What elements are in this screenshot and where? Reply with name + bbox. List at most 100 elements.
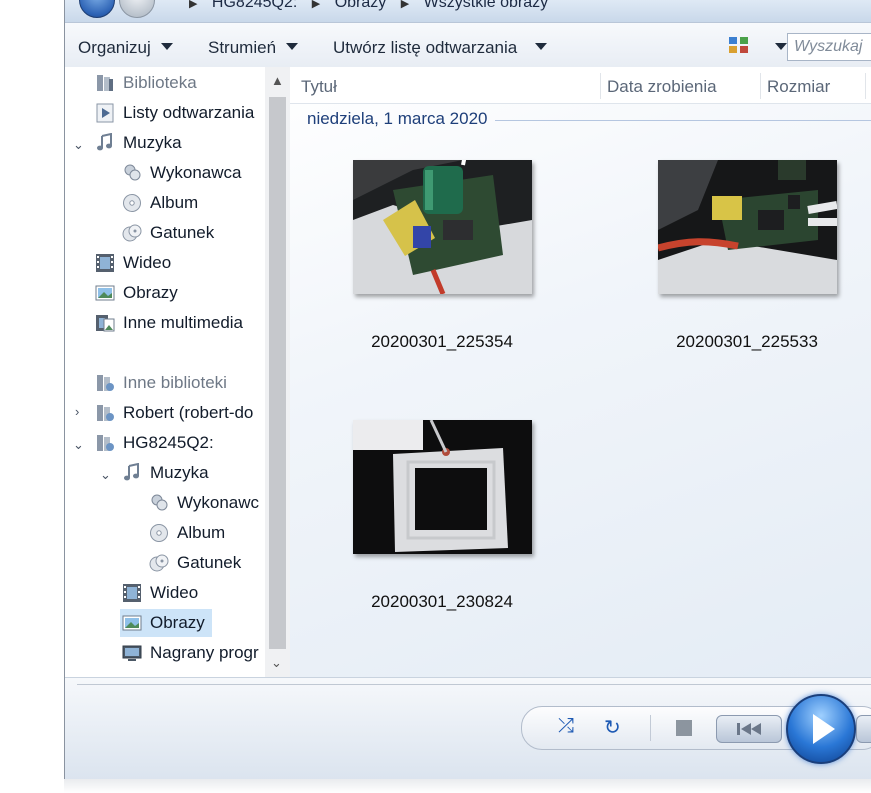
photo-thumbnail[interactable] — [353, 420, 532, 554]
photo-caption[interactable]: 20200301_230824 — [342, 592, 542, 612]
sidebar-item-album-shared[interactable]: Album — [149, 521, 265, 545]
breadcrumb: ▶ HG8245Q2: ▶ Obrazy ▶ Wszystkie obrazy — [189, 0, 558, 12]
photo-caption[interactable]: 20200301_225533 — [647, 332, 847, 352]
sidebar-item-other-libraries[interactable]: Inne biblioteki — [95, 371, 265, 395]
chevron-down-icon — [160, 43, 173, 50]
other-libraries-icon — [97, 375, 114, 391]
stop-button[interactable] — [676, 720, 692, 736]
chevron-down-icon — [286, 43, 299, 50]
chevron-down-icon[interactable]: ⌄ — [73, 437, 84, 453]
sidebar-item-other-media[interactable]: Inne multimedia — [95, 311, 265, 335]
column-divider[interactable] — [600, 73, 601, 99]
search-input[interactable]: Wyszukaj — [787, 33, 871, 61]
music-note-icon — [124, 463, 139, 481]
sidebar-item-label: Wideo — [150, 583, 199, 602]
play-icon — [813, 714, 835, 744]
chevron-down-icon[interactable] — [775, 43, 787, 50]
playlist-icon — [96, 103, 114, 123]
sidebar-item-label: Nagrany progr — [150, 643, 259, 662]
shuffle-icon[interactable]: ⤮ — [558, 715, 574, 738]
chevron-down-icon[interactable]: ⌄ — [73, 137, 84, 153]
scroll-up-arrow-icon[interactable]: ▲ — [271, 73, 284, 88]
create-playlist-menu[interactable]: Utwórz listę odtwarzania — [333, 38, 548, 58]
sidebar-item-video[interactable]: Wideo — [95, 251, 265, 275]
player-controls-bar: ⤮ ↻ — [65, 677, 871, 779]
sidebar-item-pictures-shared[interactable]: Obrazy — [120, 609, 212, 637]
sidebar-item-label: Obrazy — [123, 283, 178, 302]
column-divider[interactable] — [865, 73, 866, 99]
chevron-right-icon[interactable]: › — [75, 404, 79, 419]
sidebar-item-robert-library[interactable]: Robert (robert-do — [95, 401, 265, 425]
sidebar-item-pictures[interactable]: Obrazy — [95, 281, 265, 305]
sidebar-item-label: Listy odtwarzania — [123, 103, 255, 122]
sidebar-item-label: Biblioteka — [123, 73, 197, 92]
stream-menu[interactable]: Strumień — [208, 38, 299, 58]
sidebar-item-genre[interactable]: Gatunek — [122, 221, 265, 245]
breadcrumb-item[interactable]: Obrazy — [335, 0, 387, 11]
sidebar-item-library[interactable]: Biblioteka — [95, 71, 265, 95]
play-button[interactable] — [786, 694, 856, 764]
column-header-size[interactable]: Rozmiar — [767, 77, 830, 97]
breadcrumb-item[interactable]: HG8245Q2: — [212, 0, 297, 11]
view-options-icon[interactable] — [729, 37, 749, 54]
album-disc-icon — [123, 194, 141, 212]
sidebar-item-label: HG8245Q2: — [123, 433, 214, 452]
photo-thumbnail[interactable] — [353, 160, 532, 294]
sidebar-item-label: Album — [177, 523, 226, 542]
repeat-icon[interactable]: ↻ — [604, 715, 621, 740]
forward-button[interactable] — [119, 0, 155, 18]
breadcrumb-item[interactable]: Wszystkie obrazy — [424, 0, 548, 11]
column-header-title[interactable]: Tytuł — [301, 77, 337, 97]
window-shadow — [64, 779, 871, 793]
next-button[interactable] — [856, 715, 871, 743]
album-disc-icon — [150, 524, 168, 542]
sidebar-item-artist-shared[interactable]: Wykonawc — [149, 491, 265, 515]
previous-button[interactable] — [716, 715, 782, 743]
sidebar-item-label: Muzyka — [150, 463, 209, 482]
video-icon — [123, 584, 141, 602]
circuit-board-photo — [353, 160, 532, 294]
sidebar-item-music[interactable]: Muzyka — [95, 131, 265, 155]
chevron-down-icon — [535, 43, 548, 50]
sidebar-item-hg8245q2-library[interactable]: HG8245Q2: — [95, 431, 265, 455]
photo-thumbnail[interactable] — [658, 160, 837, 294]
organize-menu[interactable]: Organizuj — [78, 38, 173, 58]
sidebar-item-label: Obrazy — [150, 613, 205, 632]
transport-controls: ⤮ ↻ — [521, 694, 871, 764]
column-divider[interactable] — [760, 73, 761, 99]
back-button[interactable] — [79, 0, 115, 18]
sidebar-item-genre-shared[interactable]: Gatunek — [149, 551, 265, 575]
sidebar-item-label: Wykonawc — [177, 493, 260, 512]
video-icon — [96, 254, 114, 272]
shared-library-icon — [97, 435, 114, 451]
sidebar-item-label: Wykonawca — [150, 163, 242, 182]
column-header-date-taken[interactable]: Data zrobienia — [607, 77, 717, 97]
sidebar-item-label: Robert (robert-do — [123, 403, 254, 422]
organize-label: Organizuj — [78, 38, 151, 57]
create-playlist-label: Utwórz listę odtwarzania — [333, 38, 518, 57]
sidebar-item-label: Gatunek — [177, 553, 242, 572]
sidebar-item-artist[interactable]: Wykonawca — [122, 161, 265, 185]
chevron-down-icon[interactable]: ⌄ — [100, 467, 111, 483]
recorded-tv-icon — [122, 645, 142, 661]
sidebar-scrollbar[interactable]: ▲ ⌄ — [265, 67, 290, 677]
pictures-icon — [122, 615, 142, 631]
stream-label: Strumień — [208, 38, 277, 57]
scroll-down-arrow-icon[interactable]: ⌄ — [271, 655, 282, 671]
group-divider — [495, 120, 871, 121]
scrollbar-thumb[interactable] — [269, 97, 286, 649]
sidebar-item-video-shared[interactable]: Wideo — [122, 581, 265, 605]
sidebar-item-label: Wideo — [123, 253, 172, 272]
sidebar-item-album[interactable]: Album — [122, 191, 265, 215]
pictures-icon — [95, 285, 115, 301]
media-player-window: ▶ HG8245Q2: ▶ Obrazy ▶ Wszystkie obrazy … — [64, 0, 871, 780]
sidebar-item-playlists[interactable]: Listy odtwarzania — [95, 101, 265, 125]
photo-caption[interactable]: 20200301_225354 — [342, 332, 542, 352]
seek-bar[interactable] — [77, 684, 871, 685]
controls-divider — [650, 715, 651, 741]
sidebar-item-recorded-tv[interactable]: Nagrany progr — [122, 641, 265, 665]
sidebar-item-music-shared[interactable]: Muzyka — [122, 461, 265, 485]
chevron-right-icon: ▶ — [400, 0, 410, 10]
group-header-date[interactable]: niedziela, 1 marca 2020 — [307, 109, 488, 129]
switch-frame-photo — [353, 420, 532, 554]
